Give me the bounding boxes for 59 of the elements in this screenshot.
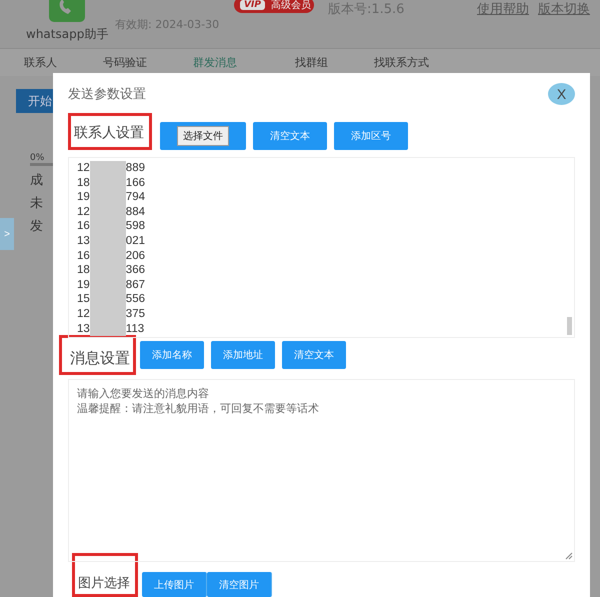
status-text: 未 — [30, 195, 43, 212]
side-toggle[interactable]: > — [0, 218, 14, 250]
action-button[interactable]: 添加区号 — [334, 122, 408, 150]
nav-tab[interactable]: 联系人 — [14, 55, 67, 70]
nav-tab[interactable]: 找群组 — [285, 55, 338, 70]
blurred-digits — [90, 322, 126, 336]
status-text: 成 — [30, 172, 43, 189]
header-link[interactable]: 使用帮助 — [477, 0, 529, 18]
number-suffix: 794 — [126, 190, 145, 205]
number-suffix: 556 — [126, 292, 145, 307]
number-suffix: 021 — [126, 234, 145, 249]
number-suffix: 867 — [126, 278, 145, 292]
app-name: whatsapp助手 — [26, 26, 108, 43]
resize-grip-icon — [565, 552, 573, 560]
action-button[interactable]: 添加地址 — [211, 341, 275, 369]
close-button[interactable]: X — [548, 83, 575, 105]
number-prefix: 13 — [77, 322, 90, 336]
number-prefix: 12 — [77, 306, 90, 322]
placeholder-text: 请输入您要发送的消息内容 — [77, 386, 209, 401]
placeholder-text: 温馨提醒：请注意礼貌用语，可回复不需要等话术 — [77, 401, 319, 416]
number-suffix: 375 — [126, 306, 145, 322]
nav-tab[interactable]: 号码验证 — [93, 55, 157, 70]
number-suffix: 889 — [126, 161, 145, 176]
number-suffix: 598 — [126, 219, 145, 234]
number-suffix: 884 — [126, 204, 145, 220]
number-prefix: 19 — [77, 190, 90, 205]
number-prefix: 18 — [77, 263, 90, 278]
action-button[interactable]: 清空文本 — [253, 122, 327, 150]
message-textarea[interactable]: 请输入您要发送的消息内容 温馨提醒：请注意礼貌用语，可回复不需要等话术 — [68, 379, 575, 562]
action-button[interactable]: 上传图片 — [142, 572, 207, 597]
numbers-textarea[interactable]: 12 889 18 166 19 794 12 884 16 598 13 021 16 206 18 366 19 867 15 556 12 375 13 113 — [68, 157, 575, 338]
number-suffix: 206 — [126, 248, 145, 264]
nav-tab[interactable]: 找联系方式 — [364, 55, 439, 70]
status-text: 发 — [30, 218, 43, 235]
number-prefix: 12 — [77, 204, 90, 220]
action-button[interactable]: 添加名称 — [140, 341, 204, 369]
number-suffix: 366 — [126, 263, 145, 278]
number-prefix: 19 — [77, 278, 90, 292]
progress-reading: 0% — [30, 153, 44, 163]
section-label: 消息设置 — [59, 335, 136, 375]
number-prefix: 12 — [77, 161, 90, 176]
choose-file-button[interactable]: 选择文件 — [177, 126, 229, 146]
action-button[interactable]: 清空文本 — [282, 341, 346, 369]
number-suffix: 113 — [126, 322, 144, 336]
blurred-digits — [90, 161, 126, 176]
number-suffix: 166 — [126, 176, 145, 190]
number-prefix: 16 — [77, 248, 90, 264]
nav-tab[interactable]: 群发消息 — [183, 55, 247, 70]
header-link[interactable]: 版本切换 — [538, 0, 590, 18]
number-prefix: 18 — [77, 176, 90, 190]
section-label: 图片选择 — [72, 553, 138, 597]
dialog-title: 发送参数设置 — [68, 86, 146, 103]
scrollbar[interactable] — [567, 317, 572, 335]
number-prefix: 15 — [77, 292, 90, 307]
action-button[interactable]: 清空图片 — [207, 572, 272, 597]
number-prefix: 16 — [77, 219, 90, 234]
section-label: 联系人设置 — [68, 112, 152, 150]
vip-tag: VIP — [240, 0, 265, 10]
number-prefix: 13 — [77, 234, 90, 249]
